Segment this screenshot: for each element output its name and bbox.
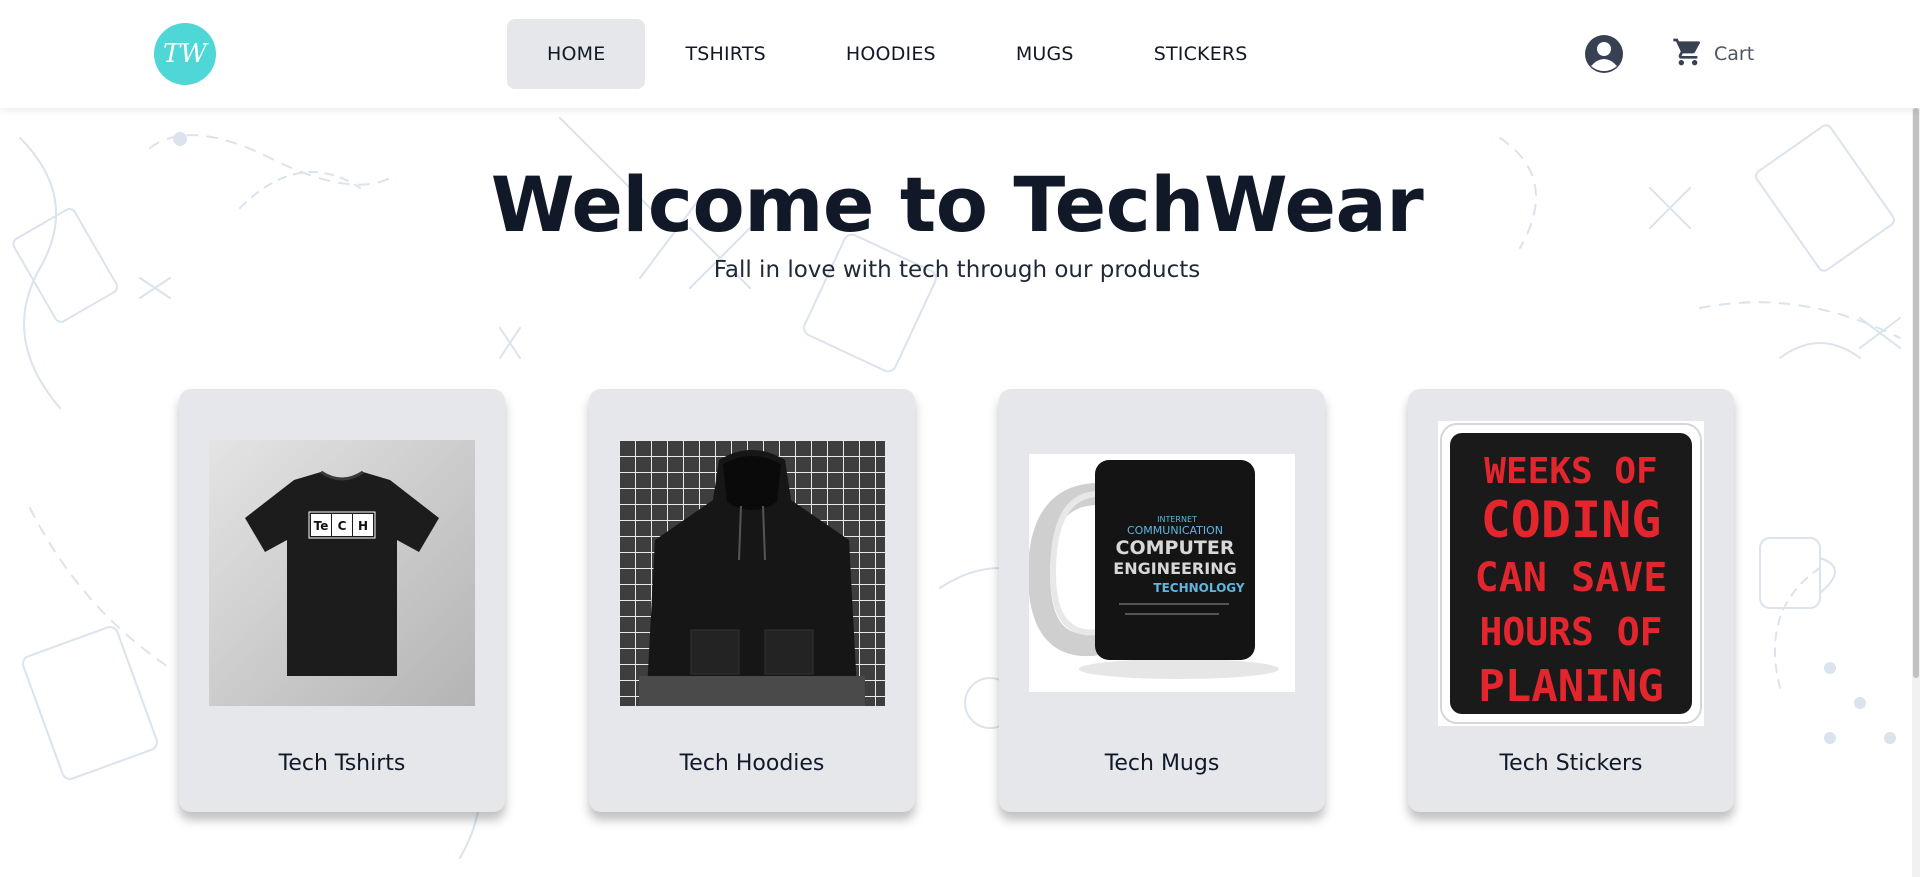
mug-print-internet: INTERNET — [1157, 515, 1197, 524]
main-nav: HOME TSHIRTS HOODIES MUGS STICKERS — [507, 19, 1288, 89]
user-circle-icon[interactable] — [1584, 34, 1624, 74]
category-card-hoodies[interactable]: Tech Hoodies — [589, 389, 915, 812]
mug-print-technology: TECHNOLOGY — [1153, 581, 1244, 595]
nav-item-label: TSHIRTS — [685, 43, 766, 65]
sticker-line-1: WEEKS OF — [1484, 451, 1657, 492]
nav-item-tshirts[interactable]: TSHIRTS — [645, 19, 805, 89]
mug-print-computer: COMPUTER — [1116, 537, 1235, 559]
site-header: TW HOME TSHIRTS HOODIES MUGS STICKERS Ca… — [0, 0, 1920, 108]
mug-product-image: COMMUNICATION INTERNET COMPUTER ENGINEER… — [1029, 454, 1295, 692]
logo-text: TW — [162, 39, 208, 69]
nav-item-hoodies[interactable]: HOODIES — [806, 19, 976, 89]
category-card-label: Tech Hoodies — [679, 751, 825, 776]
nav-item-home[interactable]: HOME — [507, 19, 646, 89]
sticker-line-3: CAN SAVE — [1475, 555, 1668, 601]
page-subtitle: Fall in love with tech through our produ… — [713, 257, 1201, 283]
category-card-label: Tech Stickers — [1499, 751, 1643, 776]
category-card-label: Tech Mugs — [1104, 751, 1220, 776]
category-card-mugs[interactable]: COMMUNICATION INTERNET COMPUTER ENGINEER… — [999, 389, 1325, 812]
nav-item-label: MUGS — [1015, 43, 1074, 65]
page-scrollbar-thumb[interactable] — [1913, 108, 1919, 678]
tshirt-print-te: Te — [314, 519, 329, 533]
hoodie-product-image — [619, 440, 885, 706]
page-title: Welcome to TechWear — [490, 160, 1424, 249]
cart-label: Cart — [1714, 43, 1755, 65]
sticker-line-2: CODING — [1481, 491, 1662, 549]
mug-print-communication: COMMUNICATION — [1127, 524, 1223, 537]
category-card-tshirts[interactable]: Te C H Tech Tshirts — [179, 389, 505, 812]
nav-item-mugs[interactable]: MUGS — [976, 19, 1114, 89]
nav-item-label: HOME — [547, 43, 606, 65]
techwear-logo[interactable]: TW — [154, 23, 216, 85]
nav-item-stickers[interactable]: STICKERS — [1114, 19, 1288, 89]
nav-item-label: HOODIES — [845, 43, 936, 65]
sticker-line-4: HOURS OF — [1479, 610, 1662, 654]
tshirt-product-image: Te C H — [209, 440, 475, 706]
sticker-product-image: WEEKS OF CODING CAN SAVE HOURS OF PLANIN… — [1438, 421, 1704, 726]
nav-item-label: STICKERS — [1153, 43, 1248, 65]
shopping-cart-icon — [1672, 36, 1704, 73]
sticker-line-5: PLANING — [1478, 661, 1663, 712]
cart-button[interactable]: Cart — [1672, 36, 1754, 72]
tshirt-print-h: H — [358, 519, 368, 533]
tshirt-print-c: C — [338, 519, 347, 533]
mug-print-engineering: ENGINEERING — [1113, 559, 1236, 578]
category-card-stickers[interactable]: WEEKS OF CODING CAN SAVE HOURS OF PLANIN… — [1408, 389, 1734, 812]
category-card-label: Tech Tshirts — [278, 751, 406, 776]
